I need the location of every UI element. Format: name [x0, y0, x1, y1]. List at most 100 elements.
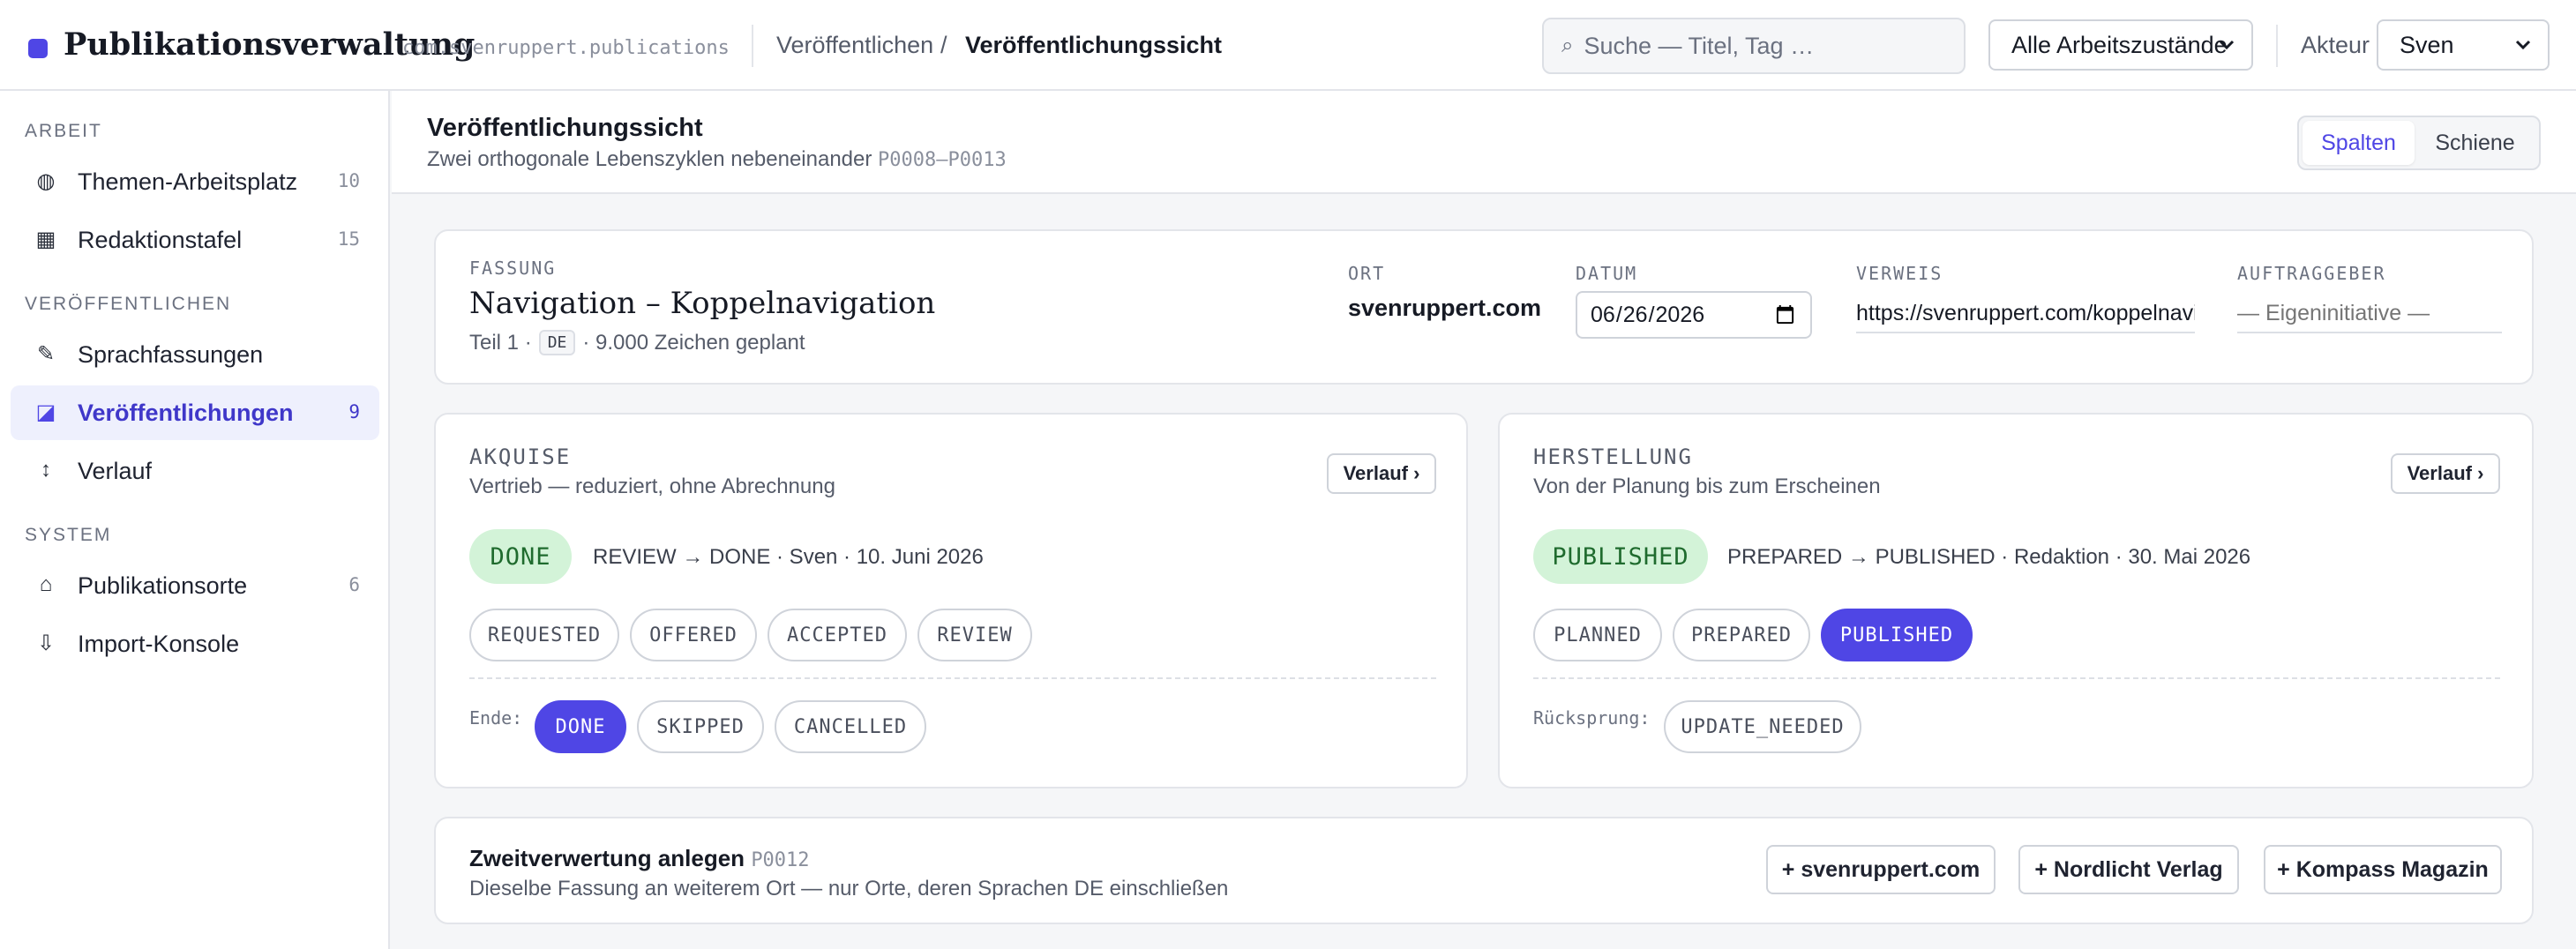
verweis-label: VERWEIS [1856, 263, 1943, 284]
auftraggeber-input[interactable] [2237, 295, 2502, 333]
herstellung-subtitle: Von der Planung bis zum Erscheinen [1533, 474, 1881, 498]
sidebar-item-label: Verlauf [78, 458, 153, 484]
divider [469, 677, 1436, 679]
page-subtitle-ref: P0008–P0013 [878, 149, 1007, 171]
akquise-end-cancelled[interactable]: CANCELLED [775, 700, 926, 753]
sidebar-item-redaktionstafel[interactable]: ▦ Redaktionstafel 15 [11, 213, 379, 267]
akquise-step-requested[interactable]: REQUESTED [469, 609, 619, 661]
view-toggle-columns[interactable]: Spalten [2303, 121, 2415, 165]
herstellung-step-published[interactable]: PUBLISHED [1821, 609, 1973, 661]
fassung-planned: · 9.000 Zeichen geplant [582, 330, 805, 355]
herstellung-card: HERSTELLUNG Von der Planung bis zum Ersc… [1498, 413, 2534, 788]
page-subtitle-text: Zwei orthogonale Lebenszyklen nebeneinan… [427, 147, 872, 171]
akquise-step-offered[interactable]: OFFERED [630, 609, 757, 661]
publication-icon: ◪ [35, 400, 56, 424]
search-box[interactable]: ⌕ [1542, 18, 1966, 74]
view-toggle: Spalten Schiene [2297, 116, 2541, 170]
sidebar-item-label: Publikationsorte [78, 572, 248, 599]
akquise-transition: REVIEW → DONE · Sven · 10. Juni 2026 [593, 545, 984, 569]
add-site-kompass-button[interactable]: + Kompass Magazin [2264, 845, 2502, 894]
language-badge: DE [538, 330, 576, 355]
herstellung-step-planned[interactable]: PLANNED [1533, 609, 1662, 661]
breadcrumb-separator: / [940, 32, 947, 58]
divider [1533, 677, 2500, 679]
sidebar-section-title: ARBEIT [25, 121, 102, 141]
add-site-nordlicht-button[interactable]: + Nordlicht Verlag [2018, 845, 2239, 894]
akquise-step-accepted[interactable]: ACCEPTED [768, 609, 907, 661]
akquise-history-button[interactable]: Verlauf › [1327, 453, 1436, 494]
ort-value: svenruppert.com [1348, 295, 1542, 321]
sidebar-section-title: SYSTEM [25, 525, 112, 545]
chevron-down-icon [2515, 40, 2531, 50]
sidebar-item-label: Veröffentlichungen [78, 400, 294, 426]
sidebar-item-publikationsorte[interactable]: ⌂ Publikationsorte 6 [11, 558, 379, 613]
pencil-icon: ✎ [36, 342, 56, 366]
datum-input[interactable] [1576, 291, 1812, 339]
globe-icon: ◍ [36, 169, 56, 193]
breadcrumb-current: Veröffentlichungssicht [965, 32, 1223, 58]
sidebar: ARBEIT ◍ Themen-Arbeitsplatz 10 ▦ Redakt… [0, 91, 390, 949]
fassung-title: Navigation – Koppelnavigation [469, 286, 936, 321]
akquise-step-review[interactable]: REVIEW [917, 609, 1032, 661]
akquise-end-label: Ende: [469, 707, 523, 729]
sidebar-item-themen-arbeitsplatz[interactable]: ◍ Themen-Arbeitsplatz 10 [11, 154, 379, 209]
akquise-end-skipped[interactable]: SKIPPED [637, 700, 764, 753]
herstellung-transition: PREPARED → PUBLISHED · Redaktion · 30. M… [1727, 545, 2251, 569]
zweit-ref: P0012 [751, 849, 810, 871]
datum-label: DATUM [1576, 263, 1638, 284]
view-toggle-rail[interactable]: Schiene [2415, 121, 2535, 165]
zweitverwertung-card: Zweitverwertung anlegen P0012 Dieselbe F… [434, 817, 2534, 924]
sidebar-item-verlauf[interactable]: ↕ Verlauf [11, 444, 379, 498]
sidebar-section-title: VERÖFFENTLICHEN [25, 294, 232, 314]
actor-label: Akteur [2301, 32, 2370, 58]
state-filter-value: Alle Arbeitszustände [2011, 31, 2228, 58]
auftraggeber-label: AUFTRAGGEBER [2237, 263, 2386, 284]
sidebar-item-label: Themen-Arbeitsplatz [78, 168, 298, 195]
zweit-subtitle: Dieselbe Fassung an weiterem Ort — nur O… [469, 877, 1229, 900]
actor-value: Sven [2400, 31, 2454, 58]
chevron-down-icon [2219, 40, 2235, 50]
app-id: com.svenruppert.publications [402, 37, 730, 59]
fassung-card: FASSUNG Navigation – Koppelnavigation Te… [434, 229, 2534, 385]
sidebar-item-count: 10 [337, 170, 360, 191]
sidebar-item-label: Redaktionstafel [78, 227, 243, 253]
akquise-end-done[interactable]: DONE [535, 700, 626, 753]
actor-select[interactable]: Sven [2377, 19, 2550, 71]
top-bar: Publikationsverwaltung com.svenruppert.p… [0, 0, 2576, 91]
download-arrow-icon: ⇩ [36, 631, 56, 655]
herstellung-back-label: Rücksprung: [1533, 707, 1651, 729]
search-input[interactable] [1584, 32, 1920, 60]
page-title: Veröffentlichungssicht [427, 114, 703, 142]
sidebar-item-veroeffentlichungen[interactable]: ◪ Veröffentlichungen 9 [11, 385, 379, 440]
sidebar-item-label: Sprachfassungen [78, 341, 264, 368]
add-site-svenruppert-button[interactable]: + svenruppert.com [1766, 845, 1996, 894]
verweis-input[interactable] [1856, 295, 2195, 333]
akquise-card: AKQUISE Vertrieb — reduziert, ohne Abrec… [434, 413, 1468, 788]
fassung-part: Teil 1 · [469, 330, 532, 355]
home-icon: ⌂ [39, 572, 53, 596]
sidebar-item-sprachfassungen[interactable]: ✎ Sprachfassungen [11, 327, 379, 382]
breadcrumb-parent[interactable]: Veröffentlichen [776, 32, 933, 59]
sidebar-item-count: 15 [337, 228, 360, 250]
herstellung-state-badge: PUBLISHED [1533, 529, 1708, 584]
herstellung-history-button[interactable]: Verlauf › [2391, 453, 2500, 494]
sidebar-item-label: Import-Konsole [78, 631, 240, 657]
brand-logo-icon [28, 39, 48, 58]
akquise-subtitle: Vertrieb — reduziert, ohne Abrechnung [469, 474, 835, 498]
sidebar-item-count: 9 [348, 401, 360, 422]
search-icon: ⌕ [1561, 34, 1574, 57]
board-icon: ▦ [35, 228, 56, 251]
zweit-title: Zweitverwertung anlegen [469, 845, 745, 871]
divider [2276, 25, 2278, 67]
akquise-state-badge: DONE [469, 529, 572, 584]
fassung-label: FASSUNG [469, 258, 557, 279]
sidebar-item-count: 6 [348, 574, 360, 595]
sidebar-item-import-konsole[interactable]: ⇩ Import-Konsole [11, 616, 379, 671]
updown-arrow-icon: ↕ [41, 458, 51, 482]
ort-label: ORT [1348, 263, 1386, 284]
state-filter-select[interactable]: Alle Arbeitszustände [1988, 19, 2253, 71]
herstellung-back-update-needed[interactable]: UPDATE_NEEDED [1664, 700, 1861, 753]
zweit-heading: Zweitverwertung anlegen P0012 [469, 845, 810, 872]
herstellung-step-prepared[interactable]: PREPARED [1673, 609, 1810, 661]
page-subtitle: Zwei orthogonale Lebenszyklen nebeneinan… [427, 147, 1007, 172]
